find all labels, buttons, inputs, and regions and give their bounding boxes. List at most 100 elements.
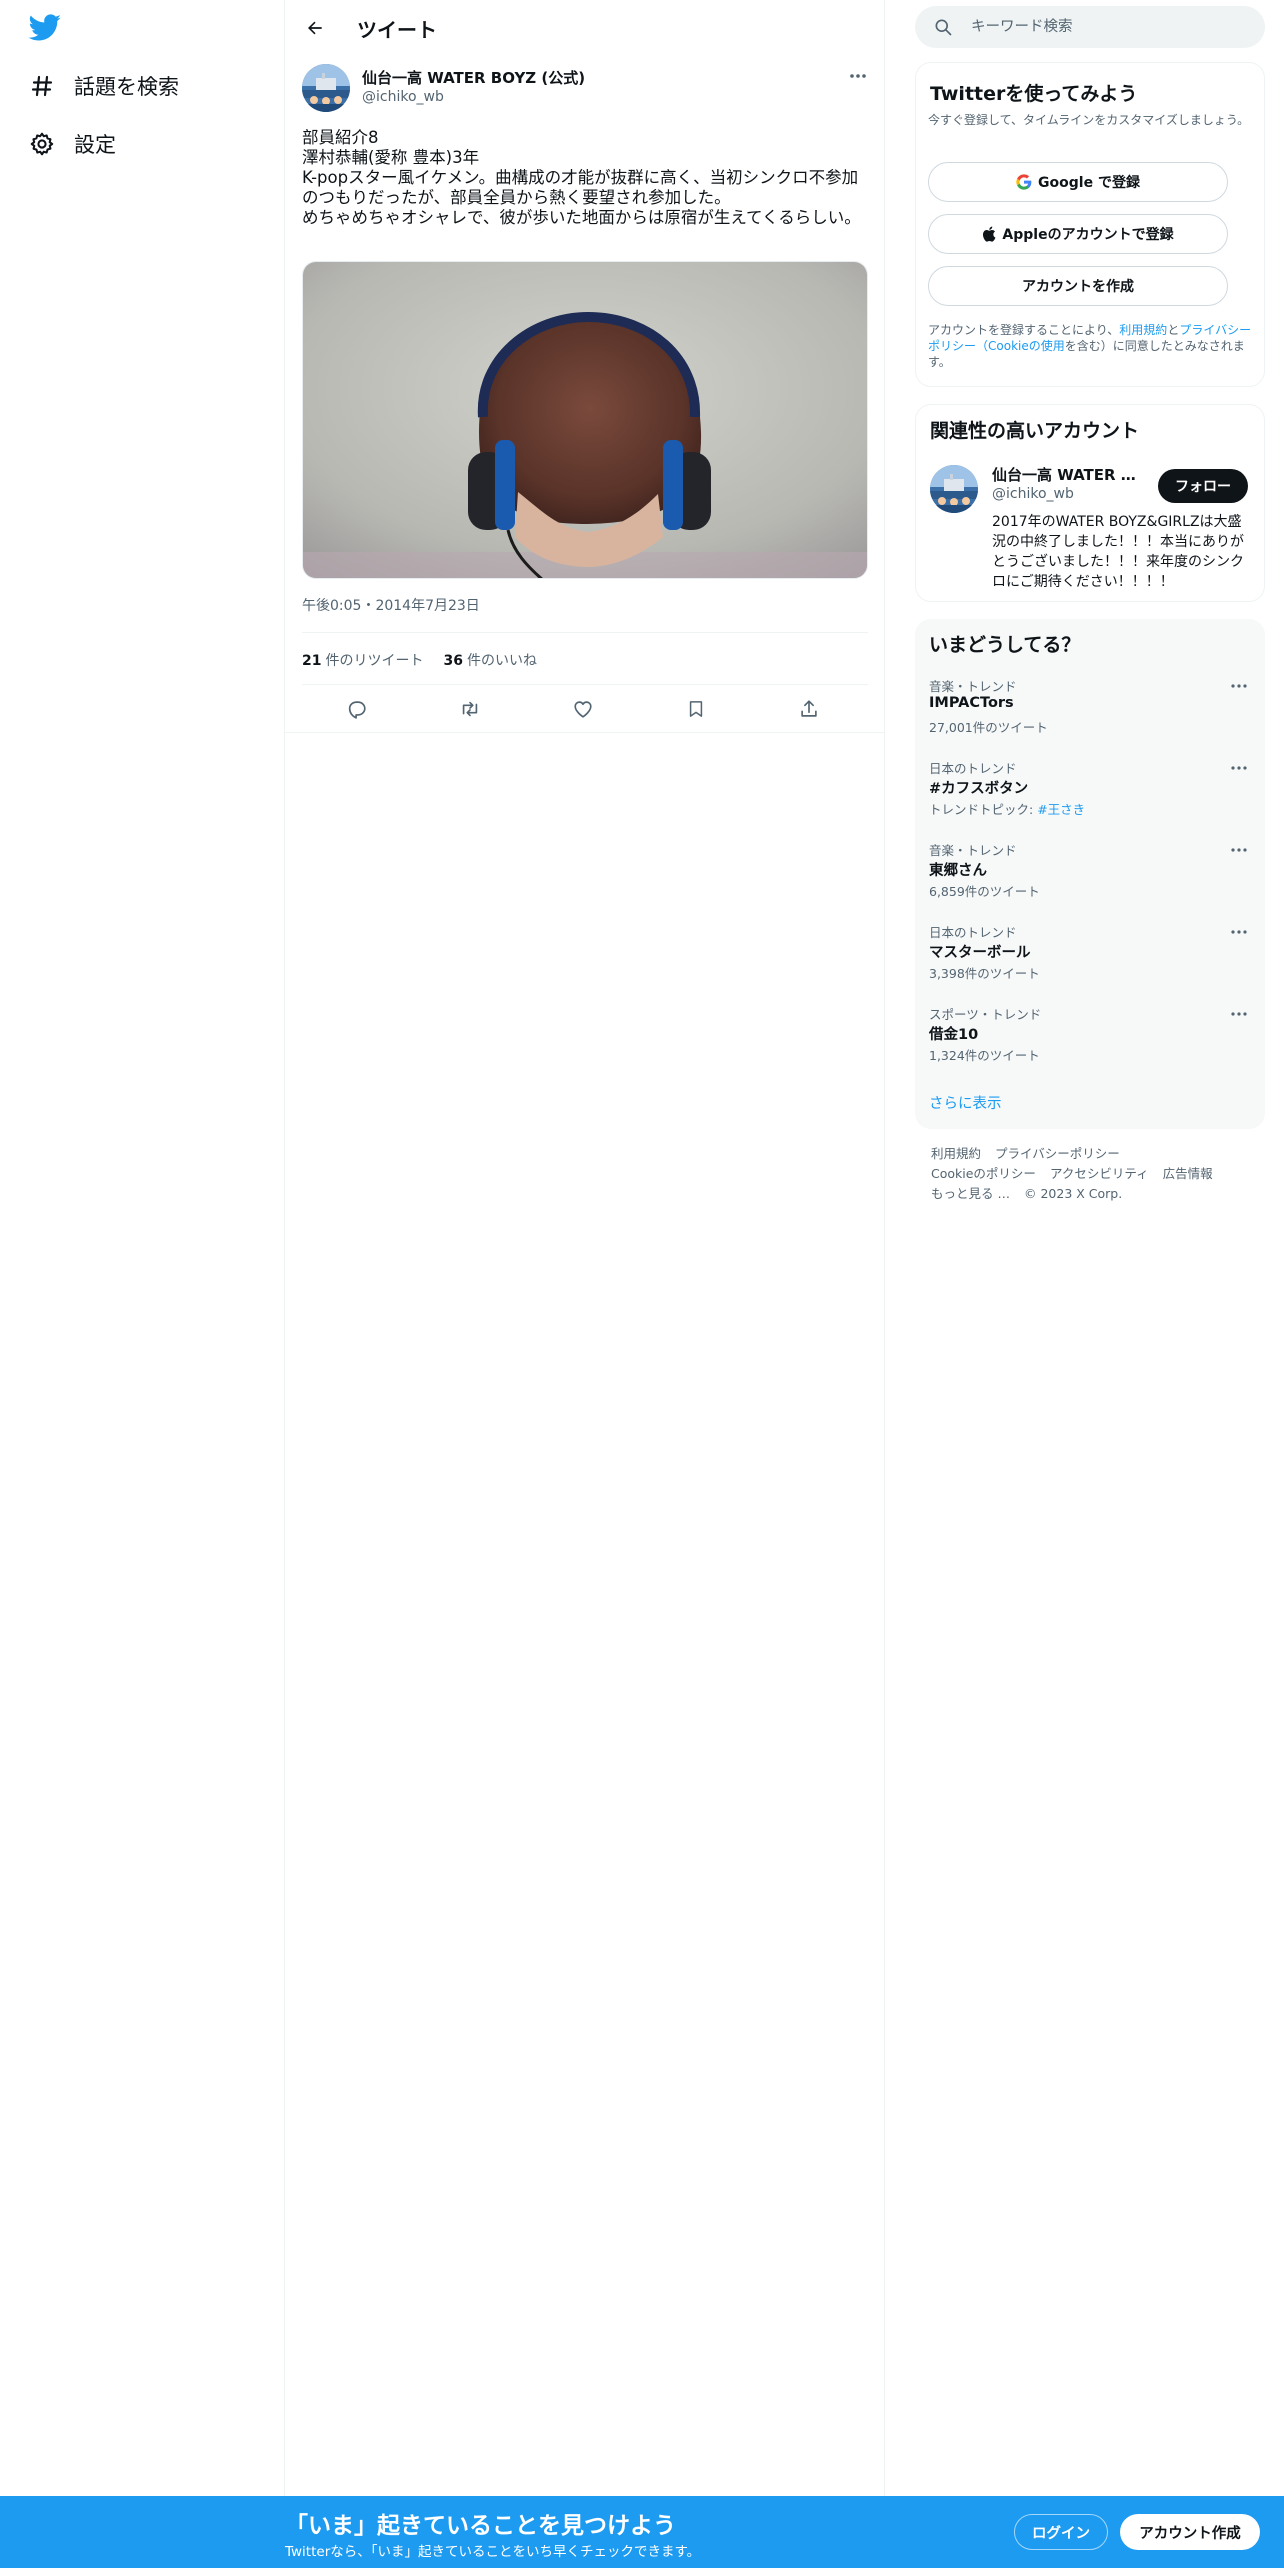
more-options-icon[interactable] [845,66,871,86]
bookmark-icon[interactable] [682,696,710,722]
google-icon [1016,174,1032,190]
tweet-line: 部員紹介8 [302,128,379,147]
trends-card: いまどうしてる？ 音楽・トレンド IMPACTors 27,001件のツイート … [915,619,1265,1129]
gear-icon [28,130,56,158]
trend-meta: 日本のトレンド [929,761,1017,776]
arrow-left-icon [308,21,322,35]
footer-link[interactable]: もっと見る … [931,1186,1010,1201]
follow-button[interactable]: フォロー [1158,469,1248,503]
related-account-name[interactable]: 仙台一高 WATER BOYZ (公式) [992,464,1142,485]
footer-link[interactable]: アクセシビリティ [1050,1166,1149,1181]
search-input[interactable] [971,14,1241,40]
tweet-stats: 21 件のリツイート 36 件のいいね [302,650,537,670]
apple-icon [982,226,996,242]
trend-item[interactable]: 日本のトレンド #カフスボタン トレンドトピック: #王さき [915,758,1265,836]
trend-item[interactable]: スポーツ・トレンド 借金10 1,324件のツイート [915,1004,1265,1082]
more-options-icon[interactable] [1227,842,1251,858]
more-options-icon[interactable] [1227,760,1251,776]
avatar[interactable] [930,465,978,513]
main-column: ツイート 仙台一高 WATER BOYZ (公式) @ichiko_wb 部員紹… [285,0,885,2496]
trend-count: 1,324件のツイート [929,1048,1040,1063]
nav-item-settings[interactable]: 設定 [28,124,116,164]
trend-count: 27,001件のツイート [929,720,1048,735]
page-title: ツイート [357,18,437,42]
trend-meta: 日本のトレンド [929,925,1017,940]
login-button[interactable]: ログイン [1014,2514,1108,2550]
footer-link[interactable]: 利用規約 [931,1146,981,1161]
tweet-line: K-popスター風イケメン。曲構成の才能が抜群に高く、当初シンクロ不参加のつもり… [302,168,859,207]
google-signup-button[interactable]: Google で登録 [928,162,1228,202]
trend-item[interactable]: 音楽・トレンド 東郷さん 6,859件のツイート [915,840,1265,918]
trend-count: トレンドトピック: #王さき [929,802,1086,817]
apple-signup-label: Appleのアカウントで登録 [1002,227,1174,243]
related-account-handle[interactable]: @ichiko_wb [992,486,1074,502]
related-account-bio: 2017年のWATER BOYZ&GIRLZは大盛況の中終了しました！！！本当に… [992,514,1244,590]
author-name[interactable]: 仙台一高 WATER BOYZ (公式) [362,67,585,88]
show-more-link[interactable]: さらに表示 [929,1092,1002,1113]
back-button[interactable] [299,12,331,44]
nav-item-label: 話題を検索 [74,75,179,99]
bottom-signup-bar: 「いま」起きていることを見つけよう Twitterなら、「いま」起きていることを… [0,2496,1284,2568]
footer-link[interactable]: Cookieのポリシー [931,1166,1036,1181]
divider [302,632,868,633]
signup-subtitle: 今すぐ登録して、タイムラインをカスタマイズしましょう。 [928,113,1250,127]
search-icon [935,19,952,36]
footer-links: 利用規約 プライバシーポリシー Cookieのポリシー アクセシビリティ 広告情報 も… [931,1144,1261,1204]
signup-card: Twitterを使ってみよう 今すぐ登録して、タイムラインをカスタマイズしましょ… [915,62,1265,387]
more-options-icon[interactable] [1227,678,1251,694]
trend-count: 3,398件のツイート [929,966,1040,981]
apple-signup-button[interactable]: Appleのアカウントで登録 [928,214,1228,254]
footer-link[interactable]: プライバシーポリシー [995,1146,1120,1161]
tweet-line: めちゃめちゃオシャレで、彼が歩いた地面からは原宿が生えてくるらしい。 [302,208,861,227]
bottom-bar-title: 「いま」起きていることを見つけよう [285,2513,676,2539]
nav-item-explore[interactable]: 話題を検索 [28,66,179,106]
retweet-icon[interactable] [456,696,484,722]
author-handle[interactable]: @ichiko_wb [362,89,444,105]
tweet-photo[interactable] [302,261,868,579]
copyright: © 2023 X Corp. [1023,1186,1123,1201]
create-account-button[interactable]: アカウントを作成 [928,266,1228,306]
footer-link[interactable]: 広告情報 [1163,1166,1213,1181]
trend-name: IMPACTors [929,695,1014,711]
trend-meta: スポーツ・トレンド [929,1007,1042,1022]
like-icon[interactable] [569,696,597,722]
trends-title: いまどうしてる？ [929,634,1081,656]
signup-button[interactable]: アカウント作成 [1120,2514,1260,2550]
trend-item[interactable]: 音楽・トレンド IMPACTors 27,001件のツイート [915,676,1265,754]
like-count[interactable]: 36 件のいいね [443,650,536,670]
trend-name: #カフスボタン [929,781,1029,797]
google-signup-label: Google で登録 [1038,175,1140,191]
retweet-count[interactable]: 21 件のリツイート [302,650,423,670]
trend-meta: 音楽・トレンド [929,679,1017,694]
more-options-icon[interactable] [1227,924,1251,940]
terms-link[interactable]: 利用規約 [1119,323,1167,337]
hashtag-icon [28,72,56,100]
page-header: ツイート [285,0,885,54]
share-icon[interactable] [795,696,823,722]
trend-name: マスターボール [929,945,1031,961]
more-options-icon[interactable] [1227,1006,1251,1022]
left-navigation: 話題を検索 設定 [0,0,285,2496]
create-account-label: アカウントを作成 [1022,279,1134,295]
related-accounts-card: 関連性の高いアカウント 仙台一高 WATER BOYZ (公式) @ichiko… [915,404,1265,602]
tweet-timestamp[interactable]: 午後0:05・2014年7月23日 [302,595,480,615]
tweet-line: 澤村恭輔(愛称 豊本)3年 [302,148,480,167]
signup-legal-text: アカウントを登録することにより、利用規約とプライバシーポリシー（Cookieの使… [928,323,1252,369]
related-title: 関連性の高いアカウント [930,420,1140,442]
search-box[interactable] [915,6,1265,48]
divider [285,732,885,733]
nav-item-label: 設定 [74,133,116,157]
reply-icon[interactable] [343,696,371,722]
trend-topic-link[interactable]: #王さき [1037,802,1085,817]
bottom-bar-subtitle: Twitterなら、「いま」起きていることをいち早くチェックできます。 [285,2544,701,2560]
trend-name: 東郷さん [929,863,987,879]
tweet-text: 部員紹介8 澤村恭輔(愛称 豊本)3年 K-popスター風イケメン。曲構成の才能… [302,128,872,228]
trend-name: 借金10 [929,1027,979,1043]
trend-count: 6,859件のツイート [929,884,1040,899]
trend-item[interactable]: 日本のトレンド マスターボール 3,398件のツイート [915,922,1265,1000]
trend-meta: 音楽・トレンド [929,843,1017,858]
signup-title: Twitterを使ってみよう [930,83,1138,105]
divider [302,684,868,685]
avatar[interactable] [302,64,350,112]
twitter-bird-icon[interactable] [28,14,62,44]
